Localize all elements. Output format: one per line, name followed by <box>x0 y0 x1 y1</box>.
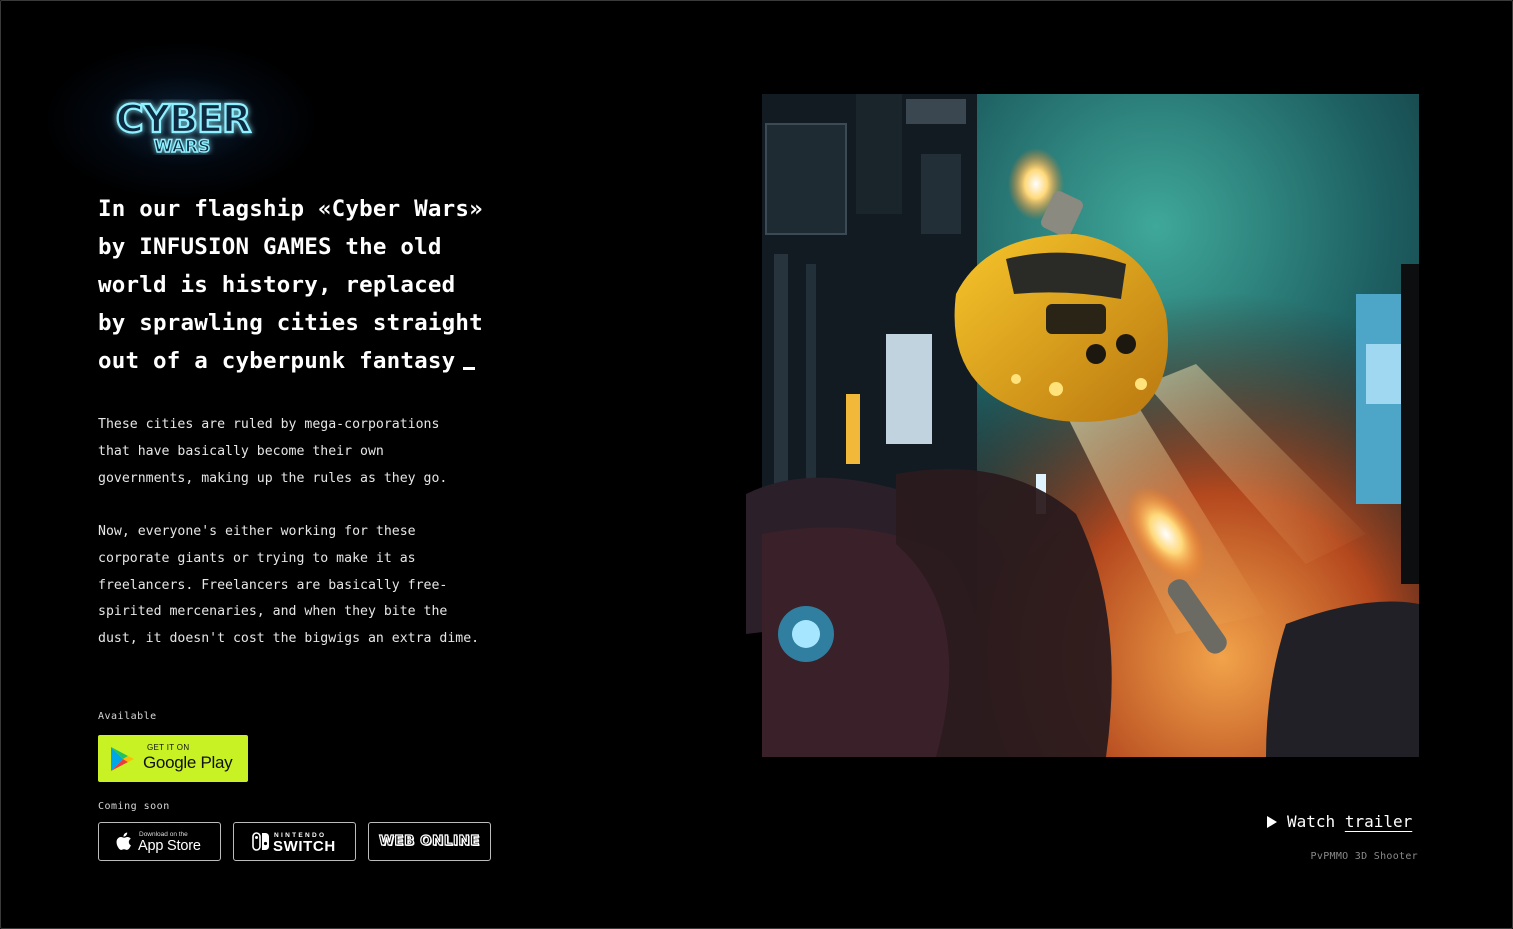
apple-icon <box>116 832 131 850</box>
coming-soon-label: Coming soon <box>98 801 170 812</box>
web-online-button[interactable]: WEB ONLINE <box>368 822 491 861</box>
cyber-wars-logo[interactable]: CYBER WARS <box>98 96 268 158</box>
watch-trailer-link[interactable]: Watch trailer <box>1267 812 1412 831</box>
blinking-cursor <box>463 367 476 370</box>
google-play-icon <box>111 747 134 771</box>
logo-bottom-text: WARS <box>154 137 210 155</box>
switch-big-text: SWITCH <box>273 838 336 855</box>
hero-artwork <box>746 94 1419 757</box>
google-play-button[interactable]: GET IT ON Google Play <box>98 735 248 782</box>
watch-prefix: Watch <box>1287 812 1336 831</box>
google-play-small-text: GET IT ON <box>147 743 190 752</box>
app-store-small-text: Download on the <box>139 831 188 838</box>
headline: In our flagship «Cyber Wars» by INFUSION… <box>98 190 518 380</box>
landing-page: CYBER WARS In our flagship «Cyber Wars» … <box>0 0 1513 929</box>
headline-line: by INFUSION GAMES the old <box>98 234 442 260</box>
web-online-label: WEB ONLINE <box>378 832 481 849</box>
nintendo-switch-button[interactable]: NINTENDO SWITCH <box>233 822 356 861</box>
app-store-big-text: App Store <box>138 838 201 854</box>
genre-caption: PvPMMO 3D Shooter <box>1310 851 1418 862</box>
freelancers-paragraph: Now, everyone's either working for these… <box>98 524 480 647</box>
headline-line: In our flagship «Cyber Wars» <box>98 196 483 222</box>
google-play-big-text: Google Play <box>143 753 233 772</box>
app-store-button[interactable]: Download on the App Store <box>98 822 221 861</box>
play-triangle-icon <box>1267 816 1277 828</box>
nintendo-switch-icon <box>252 832 269 851</box>
headline-line: by sprawling cities straight <box>98 310 483 336</box>
trailer-link-text[interactable]: trailer <box>1345 812 1412 831</box>
logo-top-text: CYBER <box>116 99 251 141</box>
headline-line: world is history, replaced <box>98 272 456 298</box>
headline-line: out of a cyberpunk fantasy <box>98 348 456 374</box>
intro-paragraph: These cities are ruled by mega-corporati… <box>98 417 448 486</box>
available-label: Available <box>98 711 157 722</box>
